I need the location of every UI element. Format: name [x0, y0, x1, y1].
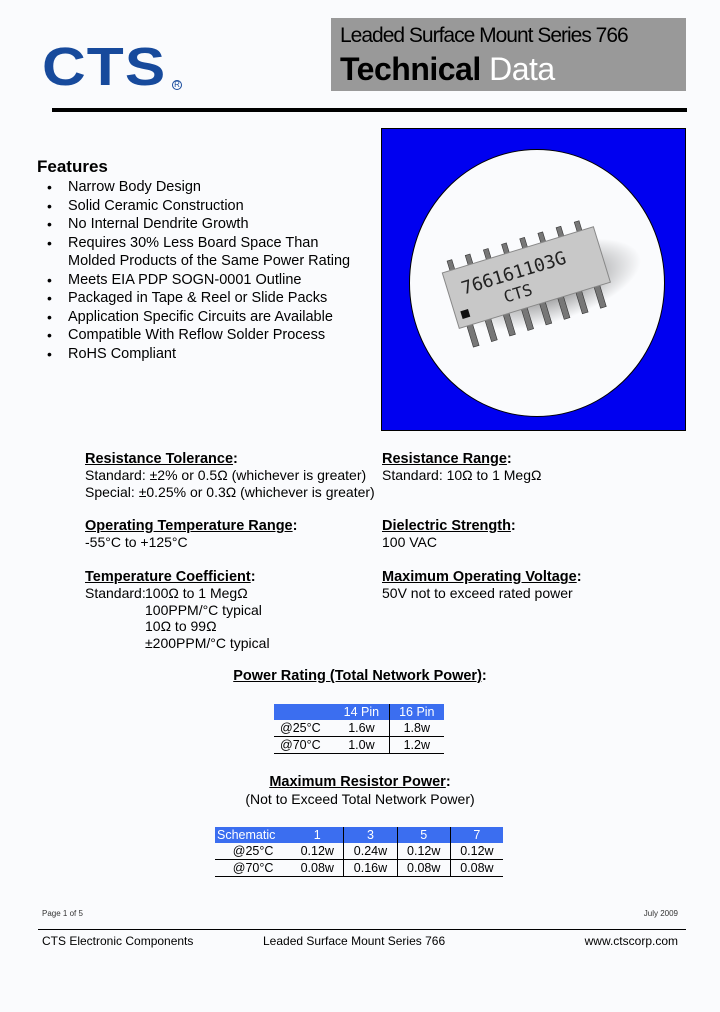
spec-line: Special: ±0.25% or 0.3Ω (whichever is gr… [85, 483, 375, 500]
table-cell: 0.08w [291, 859, 344, 877]
spec-line: 100Ω to 1 MegΩ [145, 585, 248, 601]
publish-date: July 2009 [643, 909, 678, 918]
table-row: @70°C 0.08w 0.16w 0.08w 0.08w [215, 859, 503, 877]
table-cell: 1.2w [388, 736, 444, 754]
table-header-row: Schematic 1 3 5 7 [215, 827, 503, 843]
spec-line: 100 VAC [382, 534, 437, 550]
resistance-tolerance: Resistance Tolerance: Standard: ±2% or 0… [85, 451, 375, 500]
feature-item: Requires 30% Less Board Space Than Molde… [45, 234, 368, 271]
row-label: @70°C [274, 736, 335, 754]
operating-temperature-heading: Operating Temperature Range [85, 518, 293, 534]
table-header-row: 14 Pin 16 Pin [274, 704, 444, 720]
feature-item: No Internal Dendrite Growth [45, 215, 368, 234]
cts-logo: CTS [42, 37, 167, 97]
footer-company: CTS Electronic Components [42, 934, 194, 948]
spec-line: -55°C to +125°C [85, 534, 188, 550]
max-operating-voltage-heading: Maximum Operating Voltage [382, 569, 577, 585]
feature-item: Application Specific Circuits are Availa… [45, 308, 368, 327]
dielectric-strength-heading: Dielectric Strength [382, 518, 511, 534]
column-header: 1 [291, 827, 344, 843]
max-resistor-power-subtitle: (Not to Exceed Total Network Power) [245, 791, 475, 807]
spec-line: Standard: 10Ω to 1 MegΩ [382, 467, 542, 483]
row-label: @70°C [215, 859, 292, 877]
footer-series: Leaded Surface Mount Series 766 [263, 934, 446, 948]
power-rating-table: 14 Pin 16 Pin @25°C 1.6w 1.8w @70°C 1.0w… [274, 704, 444, 754]
registered-mark: R [172, 80, 182, 90]
resistance-range-heading: Resistance Range [382, 451, 507, 467]
table-cell: 0.08w [449, 859, 503, 877]
table-cell: 0.08w [396, 859, 451, 877]
row-label: @25°C [274, 720, 335, 737]
column-header: 14 Pin [334, 704, 390, 720]
feature-item: Solid Ceramic Construction [45, 197, 368, 216]
max-resistor-power-title: Maximum Resistor Power: [269, 774, 451, 790]
column-header: 3 [343, 827, 398, 843]
column-header: 5 [396, 827, 451, 843]
footer-rule [38, 929, 686, 930]
power-rating-title: Power Rating (Total Network Power): [233, 668, 487, 684]
doc-title: Technical Data [340, 51, 555, 88]
spec-line: ±200PPM/°C typical [145, 634, 270, 651]
features-list: Narrow Body Design Solid Ceramic Constru… [45, 178, 368, 363]
feature-item: Packaged in Tape & Reel or Slide Packs [45, 289, 368, 308]
column-header: Schematic [215, 827, 292, 843]
page-number: Page 1 of 5 [42, 909, 83, 918]
spec-line: Standard: ±2% or 0.5Ω (whichever is grea… [85, 467, 367, 483]
feature-item: Meets EIA PDP SOGN-0001 Outline [45, 271, 368, 290]
table-cell: 0.24w [343, 843, 398, 860]
column-header: 7 [449, 827, 503, 843]
table-cell: 1.8w [388, 720, 444, 737]
table-cell: 1.0w [334, 736, 390, 754]
header-rule [52, 108, 687, 112]
table-cell: 0.12w [449, 843, 503, 860]
table-row: @70°C 1.0w 1.2w [274, 736, 444, 754]
column-header: 16 Pin [388, 704, 444, 720]
table-cell: 0.12w [396, 843, 451, 860]
max-operating-voltage: Maximum Operating Voltage: 50V not to ex… [382, 569, 582, 601]
spec-label: Standard: [85, 585, 146, 601]
temperature-coefficient-heading: Temperature Coefficient [85, 569, 251, 585]
feature-item: RoHS Compliant [45, 345, 368, 364]
temperature-coefficient: Temperature Coefficient: Standard: 100Ω … [85, 569, 270, 651]
column-header [274, 704, 335, 720]
spec-line: 10Ω to 99Ω [145, 618, 217, 634]
resistance-range: Resistance Range: Standard: 10Ω to 1 Meg… [382, 451, 542, 483]
dielectric-strength: Dielectric Strength: 100 VAC [382, 518, 516, 550]
operating-temperature: Operating Temperature Range: -55°C to +1… [85, 518, 298, 550]
resistor-network-chip-icon: 766161103G CTS [441, 220, 641, 348]
row-label: @25°C [215, 843, 292, 860]
series-title: Leaded Surface Mount Series 766 [340, 24, 629, 47]
footer-website[interactable]: www.ctscorp.com [585, 934, 678, 948]
feature-item: Compatible With Reflow Solder Process [45, 326, 368, 345]
doc-title-bold: Technical [340, 51, 481, 87]
table-row: @25°C 0.12w 0.24w 0.12w 0.12w [215, 843, 503, 860]
spec-line: 50V not to exceed rated power [382, 585, 573, 601]
feature-item: Narrow Body Design [45, 178, 368, 197]
table-cell: 0.16w [343, 859, 398, 877]
resistance-tolerance-heading: Resistance Tolerance [85, 451, 234, 467]
table-cell: 0.12w [291, 843, 344, 860]
features-heading: Features [37, 157, 108, 176]
doc-title-light: Data [489, 51, 555, 87]
table-row: @25°C 1.6w 1.8w [274, 720, 444, 737]
product-photo: 766161103G CTS [381, 128, 686, 431]
spec-line: 100PPM/°C typical [145, 601, 262, 618]
max-resistor-power-table: Schematic 1 3 5 7 @25°C 0.12w 0.24w 0.12… [215, 827, 503, 877]
table-cell: 1.6w [334, 720, 390, 737]
